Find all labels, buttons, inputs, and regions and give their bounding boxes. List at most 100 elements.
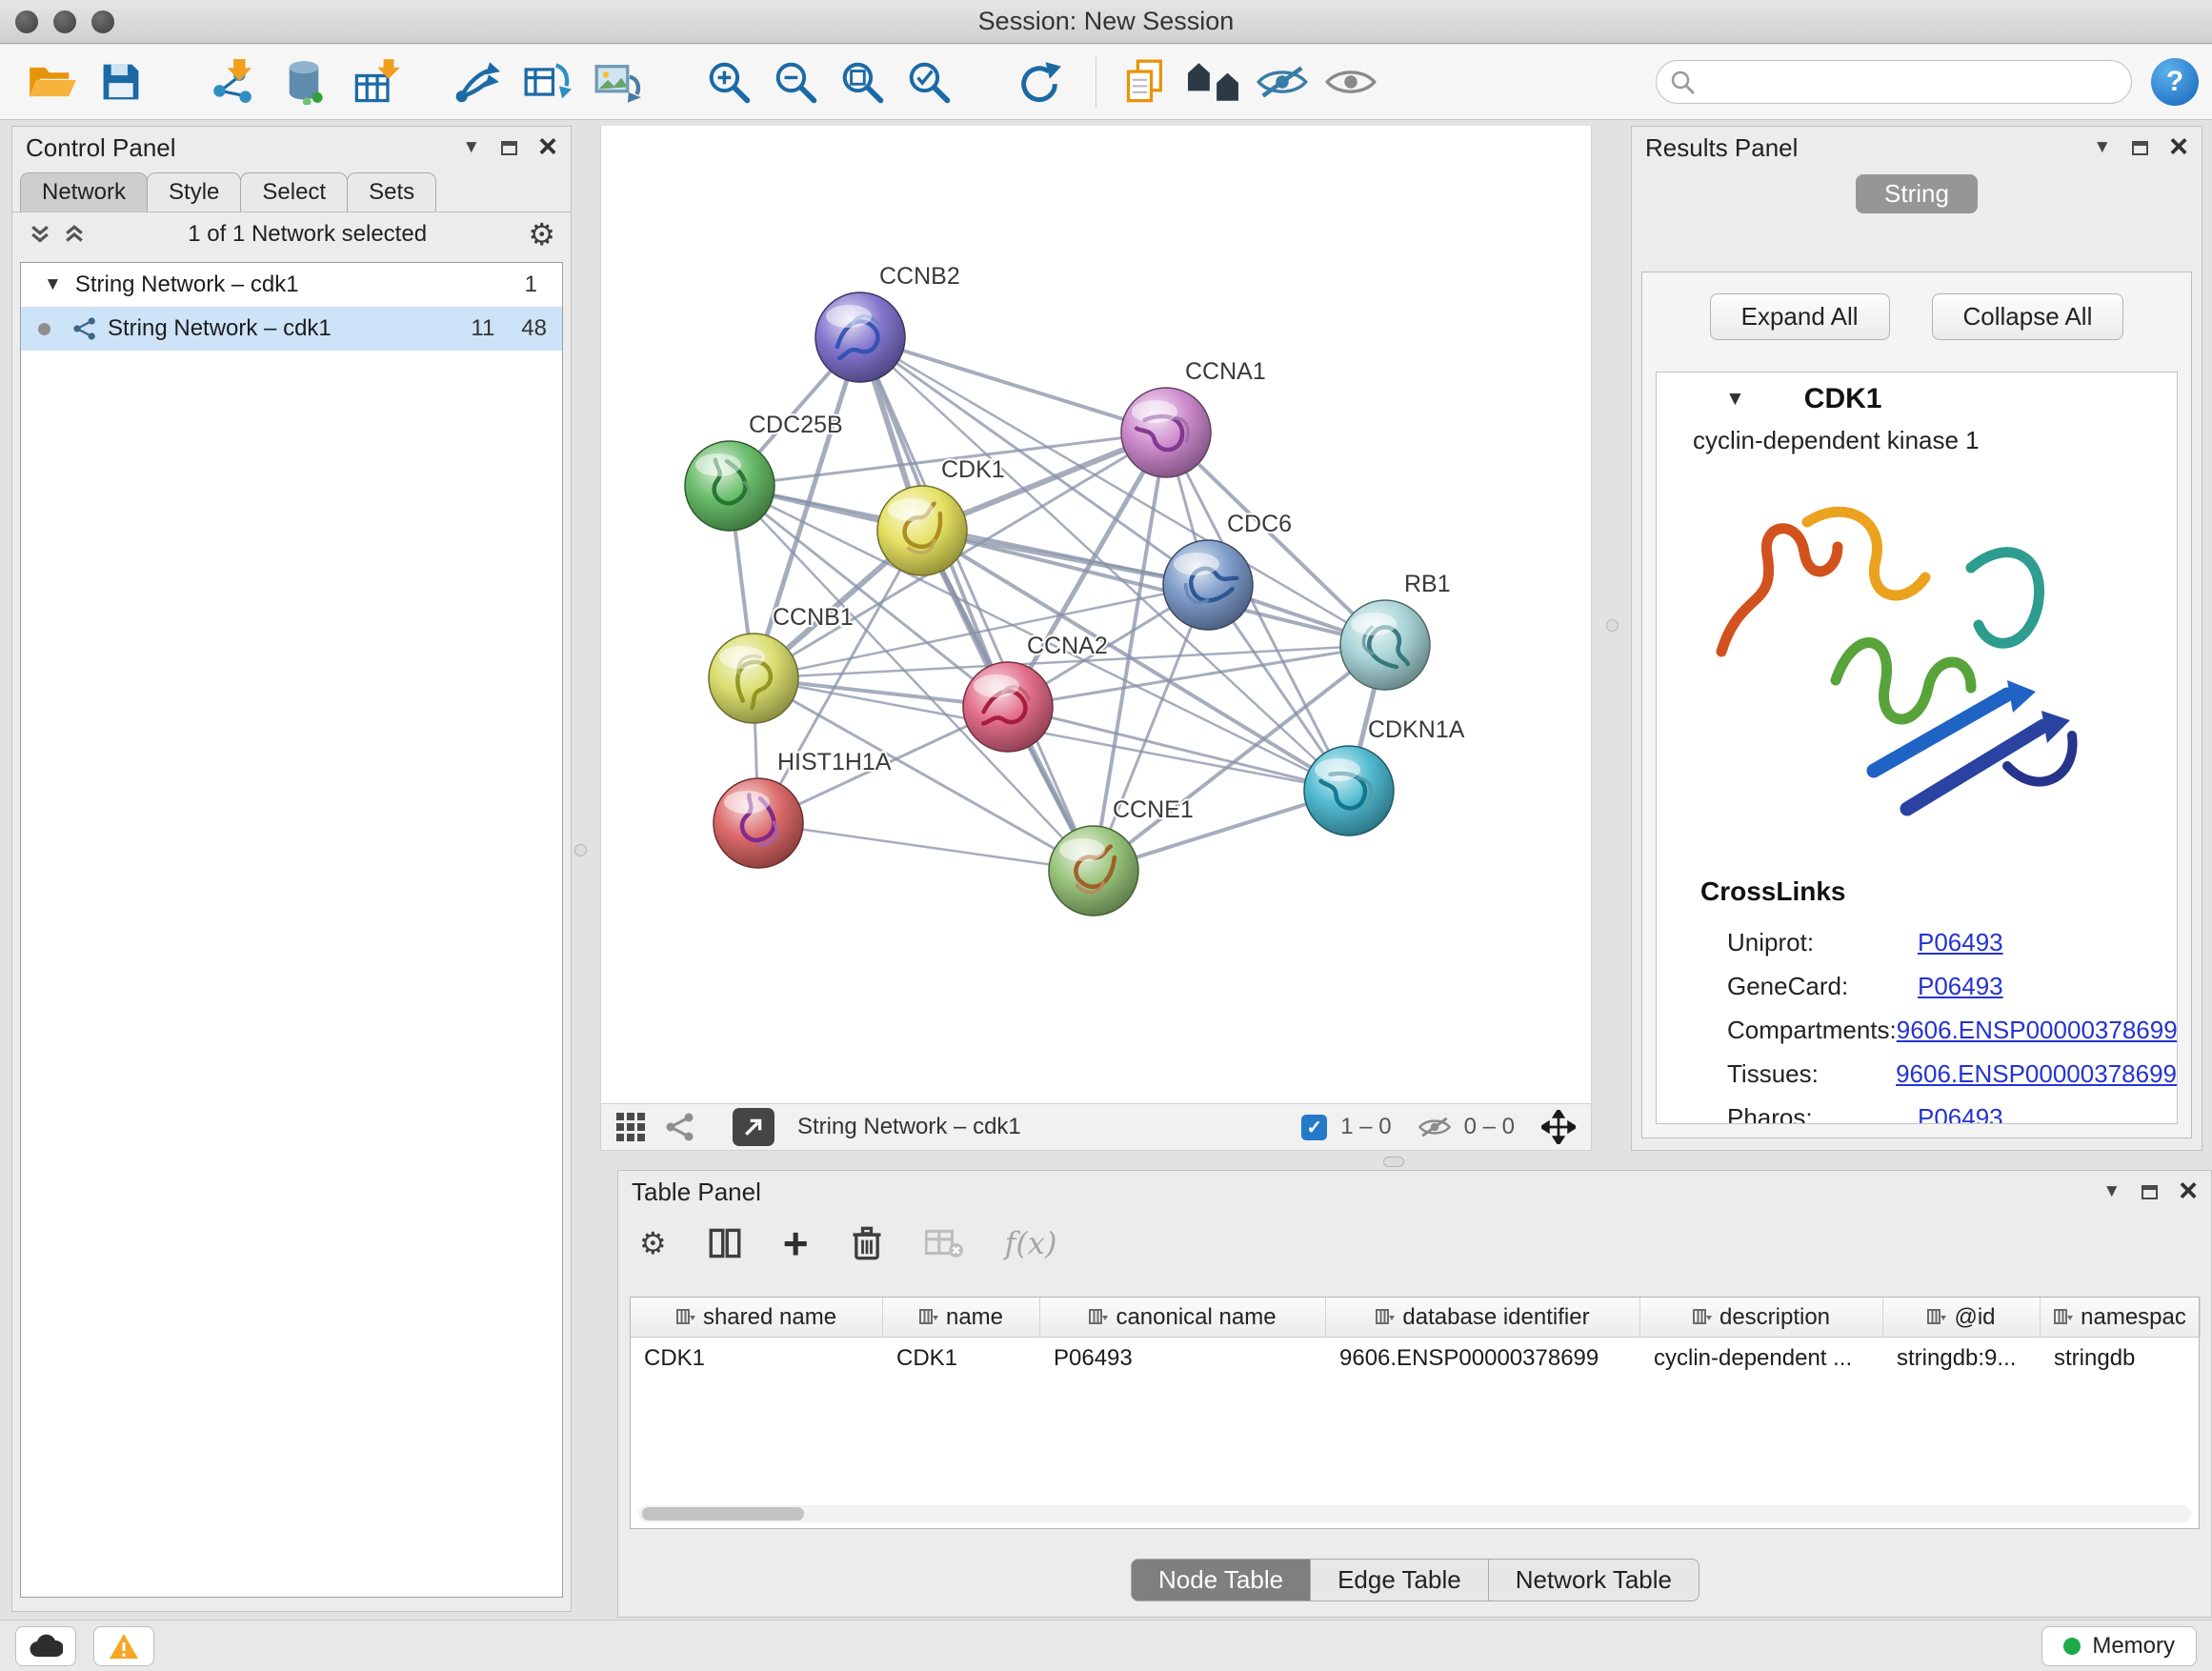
hide-selected-button[interactable] bbox=[1255, 54, 1310, 110]
tab-network-table[interactable]: Network Table bbox=[1488, 1559, 1699, 1601]
tab-node-table[interactable]: Node Table bbox=[1131, 1559, 1311, 1601]
right-splitter-handle[interactable] bbox=[1606, 619, 1619, 632]
edge-CCNA2-CDKN1A[interactable] bbox=[1008, 707, 1349, 791]
refresh-button[interactable] bbox=[1012, 54, 1067, 110]
collapse-all-button[interactable]: Collapse All bbox=[1932, 293, 2124, 340]
help-button[interactable]: ? bbox=[2151, 58, 2199, 106]
trash-icon[interactable] bbox=[851, 1225, 883, 1261]
tab-sets[interactable]: Sets bbox=[347, 172, 436, 211]
function-builder-icon[interactable]: f(x) bbox=[1005, 1225, 1057, 1261]
pan-move-icon[interactable] bbox=[1541, 1110, 1576, 1144]
collapse-entry-icon[interactable]: ▼ bbox=[1725, 388, 1745, 411]
close-window-button[interactable] bbox=[15, 10, 38, 33]
import-table-button[interactable] bbox=[349, 54, 404, 110]
panel-menu-icon[interactable]: ▼ bbox=[2093, 137, 2111, 158]
tree-expander-icon[interactable]: ▼ bbox=[44, 274, 62, 295]
tab-style[interactable]: Style bbox=[147, 172, 241, 211]
node-CCNA1[interactable] bbox=[1121, 388, 1211, 477]
node-CCNA2[interactable] bbox=[963, 662, 1053, 752]
maximize-window-button[interactable] bbox=[91, 10, 114, 33]
table-settings-gear-icon[interactable]: ⚙ bbox=[639, 1228, 667, 1258]
crosslink-link[interactable]: 9606.ENSP00000378699 bbox=[1896, 1059, 2177, 1089]
minimize-window-button[interactable] bbox=[53, 10, 76, 33]
add-column-icon[interactable]: + bbox=[783, 1226, 809, 1261]
node-CDC6[interactable] bbox=[1163, 540, 1253, 630]
node-CDC25B[interactable] bbox=[685, 441, 774, 531]
network-overview-icon[interactable] bbox=[666, 1113, 694, 1141]
expand-all-button[interactable]: Expand All bbox=[1710, 293, 1890, 340]
float-panel-icon[interactable] bbox=[501, 141, 517, 155]
show-columns-icon[interactable] bbox=[709, 1227, 741, 1259]
network-collection-row[interactable]: ▼ String Network – cdk1 1 bbox=[21, 263, 562, 307]
show-all-button[interactable] bbox=[1323, 54, 1378, 110]
selected-checkbox-icon[interactable]: ✓ bbox=[1301, 1115, 1327, 1140]
close-panel-icon[interactable]: × bbox=[2169, 134, 2188, 160]
node-CCNB1[interactable] bbox=[709, 634, 798, 723]
zoom-out-button[interactable] bbox=[768, 54, 823, 110]
tab-network[interactable]: Network bbox=[20, 172, 148, 211]
crosslink-link[interactable]: P06493 bbox=[1918, 972, 2003, 1001]
copy-annotations-button[interactable] bbox=[1117, 54, 1173, 110]
zoom-selected-button[interactable] bbox=[901, 54, 956, 110]
edge-HIST1H1A-CCNE1[interactable] bbox=[758, 823, 1094, 871]
tab-edge-table[interactable]: Edge Table bbox=[1310, 1559, 1489, 1601]
crosslink-link[interactable]: 9606.ENSP00000378699 bbox=[1897, 1016, 2178, 1045]
column-header-description[interactable]: description bbox=[1640, 1298, 1883, 1337]
global-search-input[interactable] bbox=[1704, 69, 2131, 95]
close-panel-icon[interactable]: × bbox=[2179, 1178, 2198, 1204]
export-image-button[interactable] bbox=[591, 54, 646, 110]
zoom-in-button[interactable] bbox=[701, 54, 756, 110]
home-view-button[interactable] bbox=[1186, 54, 1241, 110]
float-panel-icon[interactable] bbox=[2142, 1185, 2158, 1199]
new-network-from-selection-button[interactable] bbox=[520, 54, 575, 110]
open-session-button[interactable] bbox=[25, 54, 80, 110]
edge-CCNB2-CCNA1[interactable] bbox=[860, 337, 1166, 433]
bottom-splitter-handle[interactable] bbox=[1383, 1157, 1404, 1167]
panel-menu-icon[interactable]: ▼ bbox=[2102, 1181, 2121, 1202]
panel-menu-icon[interactable]: ▼ bbox=[462, 137, 480, 158]
memory-button[interactable]: Memory bbox=[2041, 1626, 2197, 1666]
import-network-database-button[interactable] bbox=[276, 54, 332, 110]
delete-table-icon[interactable] bbox=[925, 1228, 963, 1258]
close-panel-icon[interactable]: × bbox=[538, 134, 557, 160]
detach-view-button[interactable] bbox=[733, 1108, 774, 1146]
collapse-all-icon[interactable] bbox=[62, 222, 87, 247]
table-row[interactable]: CDK1CDK1P064939606.ENSP00000378699cyclin… bbox=[631, 1338, 2199, 1379]
left-splitter-handle[interactable] bbox=[574, 844, 587, 856]
network-canvas[interactable]: CCNB2CCNA1CDC25BCDK1CDC6RB1CCNB1CCNA2CDK… bbox=[600, 126, 1592, 1103]
import-network-file-button[interactable] bbox=[204, 54, 259, 110]
crosslink-link[interactable]: P06493 bbox=[1918, 1103, 2003, 1125]
zoom-fit-button[interactable] bbox=[835, 54, 890, 110]
warnings-button[interactable] bbox=[93, 1626, 154, 1666]
cloud-status-button[interactable] bbox=[15, 1626, 76, 1666]
status-bar: Memory bbox=[0, 1620, 2212, 1671]
gear-icon[interactable]: ⚙ bbox=[528, 219, 555, 250]
column-header-name[interactable]: name bbox=[883, 1298, 1040, 1337]
expand-all-icon[interactable] bbox=[28, 222, 52, 247]
column-header-shared-name[interactable]: shared name bbox=[631, 1298, 883, 1337]
save-session-button[interactable] bbox=[93, 54, 149, 110]
cloud-icon bbox=[29, 1634, 63, 1659]
edge-CCNB2-CCNE1[interactable] bbox=[860, 337, 1094, 871]
protein-structure-image[interactable] bbox=[1693, 480, 2141, 852]
node-RB1[interactable] bbox=[1340, 600, 1430, 690]
node-CCNE1[interactable] bbox=[1049, 826, 1138, 916]
tab-select[interactable]: Select bbox=[240, 172, 348, 211]
network-row[interactable]: String Network – cdk1 11 48 bbox=[21, 307, 562, 351]
node-CDKN1A[interactable] bbox=[1304, 746, 1394, 836]
column-header-canonical-name[interactable]: canonical name bbox=[1040, 1298, 1326, 1337]
birds-eye-view-icon[interactable] bbox=[616, 1113, 645, 1141]
node-CDK1[interactable] bbox=[877, 486, 967, 575]
column-header--id[interactable]: @id bbox=[1883, 1298, 2041, 1337]
crosslink-link[interactable]: P06493 bbox=[1918, 928, 2003, 957]
float-panel-icon[interactable] bbox=[2132, 141, 2148, 155]
node-CCNB2[interactable] bbox=[815, 292, 905, 382]
horizontal-scrollbar[interactable] bbox=[638, 1505, 2191, 1522]
node-HIST1H1A[interactable] bbox=[714, 778, 803, 868]
gene-entry-header[interactable]: ▼ CDK1 bbox=[1657, 372, 2177, 426]
network-tools-button[interactable] bbox=[450, 54, 505, 110]
scrollbar-thumb[interactable] bbox=[642, 1507, 804, 1520]
column-header-database-identifier[interactable]: database identifier bbox=[1326, 1298, 1640, 1337]
column-header-namespac[interactable]: namespac bbox=[2041, 1298, 2201, 1337]
tab-string[interactable]: String bbox=[1856, 174, 1978, 213]
